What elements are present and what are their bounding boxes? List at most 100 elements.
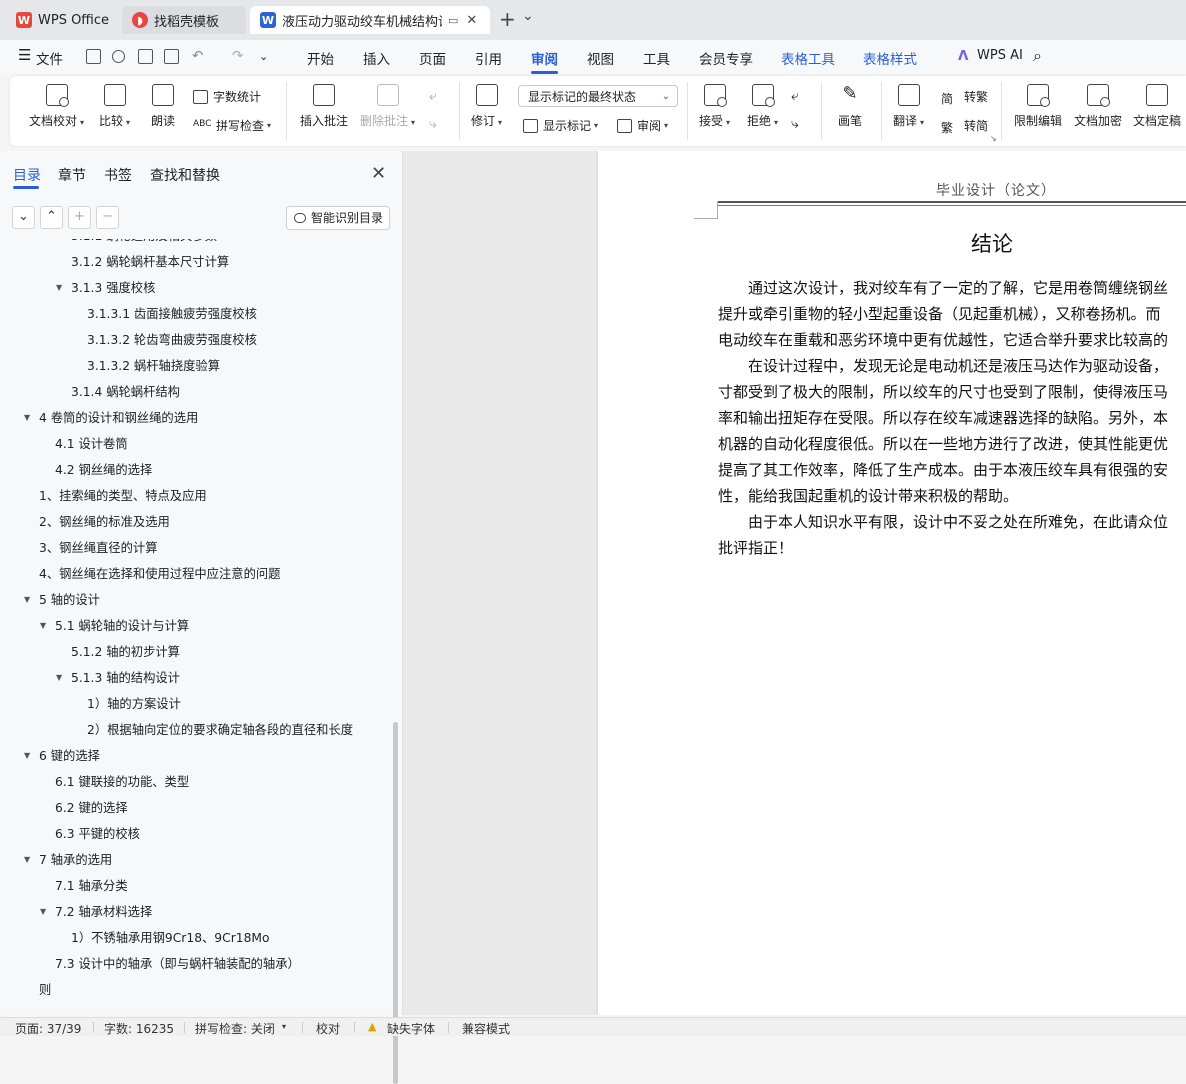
toc-item[interactable]: 3.1.1 蜗轮选用及相关参数 bbox=[71, 239, 217, 246]
restrict-edit-button[interactable]: 限制编辑 bbox=[1014, 84, 1062, 129]
chevron-down-icon[interactable]: ⌄ bbox=[259, 50, 268, 63]
toc-item[interactable]: ▼ 5 轴的设计 bbox=[24, 590, 100, 610]
search-icon[interactable]: ⌕ bbox=[1033, 46, 1042, 66]
toc-item[interactable]: ▼ 7.2 轴承材料选择 bbox=[40, 902, 152, 922]
menu-tools[interactable]: 工具 bbox=[643, 48, 670, 68]
prev-comment-icon[interactable]: ⤶ bbox=[429, 88, 437, 104]
remove-heading-button[interactable]: − bbox=[96, 206, 119, 229]
menu-member[interactable]: 会员专享 bbox=[699, 48, 753, 68]
menu-view[interactable]: 视图 bbox=[587, 48, 614, 68]
collapse-triangle-icon[interactable]: ▼ bbox=[40, 616, 46, 636]
menu-references[interactable]: 引用 bbox=[475, 48, 502, 68]
tab-find-replace[interactable]: 查找和替换 bbox=[150, 165, 220, 185]
tab-template[interactable]: ◗ 找稻壳模板 bbox=[122, 6, 246, 34]
doc-proof-button[interactable]: 文档校对 ▾ bbox=[29, 84, 84, 129]
to-traditional-button[interactable]: 简转繁 bbox=[941, 88, 988, 106]
toc-item[interactable]: ▼ 5.1.3 轴的结构设计 bbox=[56, 668, 180, 688]
missing-font-status[interactable]: 缺失字体 bbox=[387, 1020, 435, 1037]
menu-file[interactable]: 文件 bbox=[36, 48, 63, 68]
menu-page[interactable]: 页面 bbox=[419, 48, 446, 68]
compare-button[interactable]: 比较 ▾ bbox=[99, 84, 130, 129]
toc-item[interactable]: 3.1.3.2 轮齿弯曲疲劳强度校核 bbox=[87, 330, 257, 350]
prev-revision-icon[interactable]: ⤶ bbox=[791, 88, 799, 104]
menu-insert[interactable]: 插入 bbox=[363, 48, 390, 68]
hamburger-icon[interactable]: ☰ bbox=[18, 46, 31, 64]
proof-status[interactable]: 校对 bbox=[316, 1020, 340, 1037]
print-icon[interactable] bbox=[138, 49, 153, 64]
toc-item[interactable]: 4.1 设计卷筒 bbox=[55, 434, 128, 454]
undo-icon[interactable]: ↶ bbox=[192, 48, 203, 64]
toc-item[interactable]: 1）轴的方案设计 bbox=[87, 694, 181, 714]
encrypt-button[interactable]: 文档加密 bbox=[1074, 84, 1122, 129]
toc-item[interactable]: ▼ 4 卷筒的设计和钢丝绳的选用 bbox=[24, 408, 198, 428]
collapse-triangle-icon[interactable]: ▼ bbox=[56, 278, 62, 298]
toc-item[interactable]: 2、钢丝绳的标准及选用 bbox=[39, 512, 170, 532]
collapse-triangle-icon[interactable]: ▼ bbox=[24, 850, 30, 870]
tab-wps-office[interactable]: W WPS Office bbox=[6, 6, 118, 34]
word-count-button[interactable]: 字数统计 bbox=[193, 88, 261, 105]
accept-button[interactable]: 接受 ▾ bbox=[699, 84, 730, 129]
collapse-triangle-icon[interactable]: ▼ bbox=[24, 408, 30, 428]
expand-group-icon[interactable]: ↘ bbox=[990, 134, 997, 143]
close-tab-icon[interactable]: ✕ bbox=[466, 13, 477, 28]
document-page[interactable]: 毕业设计（论文） 结论 通过这次设计，我对绞车有了一定的了解，它是用卷筒缠绕钢丝… bbox=[598, 151, 1186, 1015]
collapse-triangle-icon[interactable]: ▼ bbox=[56, 668, 62, 688]
toc-item[interactable]: 6.1 键联接的功能、类型 bbox=[55, 772, 189, 792]
collapse-all-button[interactable]: ⌃ bbox=[40, 206, 63, 229]
collapse-triangle-icon[interactable]: ▼ bbox=[40, 902, 46, 922]
toc-item[interactable]: 3、钢丝绳直径的计算 bbox=[39, 538, 158, 558]
next-revision-icon[interactable]: ⤷ bbox=[791, 116, 799, 132]
insert-comment-button[interactable]: 插入批注 bbox=[300, 84, 348, 129]
toc-item[interactable]: 1）不锈轴承用钢9Cr18、9Cr18Mo bbox=[71, 928, 270, 948]
add-heading-button[interactable]: + bbox=[68, 206, 91, 229]
toc-item[interactable]: ▼ 3.1.3 强度校核 bbox=[56, 278, 155, 298]
menu-table-style[interactable]: 表格样式 bbox=[863, 48, 917, 68]
reject-button[interactable]: 拒绝 ▾ bbox=[747, 84, 778, 129]
pen-button[interactable]: ✎ 画笔 bbox=[838, 84, 862, 129]
toc-item[interactable]: 3.1.3.1 齿面接触疲劳强度校核 bbox=[87, 304, 257, 324]
toc-item[interactable]: 3.1.3.2 蜗杆轴挠度验算 bbox=[87, 356, 220, 376]
toc-item[interactable]: 4.2 钢丝绳的选择 bbox=[55, 460, 152, 480]
toc-item[interactable]: 5.1.2 轴的初步计算 bbox=[71, 642, 180, 662]
print-preview-icon[interactable] bbox=[164, 49, 179, 64]
collapse-triangle-icon[interactable]: ▼ bbox=[24, 746, 30, 766]
delete-comment-button[interactable]: 删除批注 ▾ bbox=[360, 84, 415, 129]
smart-toc-button[interactable]: 智能识别目录 bbox=[286, 206, 390, 230]
collapse-triangle-icon[interactable]: ▼ bbox=[24, 590, 30, 610]
expand-all-button[interactable]: ⌄ bbox=[12, 206, 35, 229]
toc-item[interactable]: 2）根据轴向定位的要求确定轴各段的直径和长度 bbox=[87, 720, 353, 740]
toc-item[interactable]: ▼ 6 键的选择 bbox=[24, 746, 100, 766]
toc-item[interactable]: 4、钢丝绳在选择和使用过程中应注意的问题 bbox=[39, 564, 280, 584]
menu-wps-ai[interactable]: WPS AI bbox=[977, 48, 1023, 63]
toc-item[interactable]: 3.1.2 蜗轮蜗杆基本尺寸计算 bbox=[71, 252, 229, 272]
redo-icon[interactable]: ↷ bbox=[232, 48, 243, 64]
word-count-indicator[interactable]: 字数: 16235 bbox=[104, 1020, 174, 1037]
share-icon[interactable] bbox=[112, 50, 125, 63]
toc-item[interactable]: 3.1.4 蜗轮蜗杆结构 bbox=[71, 382, 180, 402]
close-icon[interactable]: ✕ bbox=[371, 163, 386, 184]
review-pane-button[interactable]: 审阅 ▾ bbox=[617, 117, 668, 134]
translate-button[interactable]: 翻译 ▾ bbox=[893, 84, 924, 129]
tab-document[interactable]: W 液压动力驱动绞车机械结构设计 ▭ ✕ bbox=[250, 6, 490, 34]
toc-item[interactable]: ▼ 5.1 蜗轮轴的设计与计算 bbox=[40, 616, 189, 636]
new-tab-button[interactable]: + bbox=[499, 7, 516, 31]
next-comment-icon[interactable]: ⤷ bbox=[429, 116, 437, 132]
save-icon[interactable] bbox=[86, 49, 101, 64]
to-simplified-button[interactable]: 繁转简 bbox=[941, 117, 988, 135]
revise-button[interactable]: 修订 ▾ bbox=[471, 84, 502, 129]
show-markup-button[interactable]: 显示标记 ▾ bbox=[523, 117, 598, 134]
markup-state-select[interactable]: 显示标记的最终状态 ⌄ bbox=[518, 85, 678, 107]
tab-bookmarks[interactable]: 书签 bbox=[104, 165, 132, 185]
menu-table-tools[interactable]: 表格工具 bbox=[781, 48, 835, 68]
page-indicator[interactable]: 页面: 37/39 bbox=[15, 1020, 81, 1037]
menu-home[interactable]: 开始 bbox=[307, 48, 334, 68]
tab-chapters[interactable]: 章节 bbox=[58, 165, 86, 185]
wps-ai-icon[interactable]: ᐱ bbox=[958, 48, 968, 64]
toc-item[interactable]: ▼ 7 轴承的选用 bbox=[24, 850, 112, 870]
read-aloud-button[interactable]: 朗读 bbox=[151, 84, 175, 129]
tab-list-chevron-icon[interactable]: ⌄ bbox=[522, 8, 534, 24]
toc-item[interactable]: 7.3 设计中的轴承（即与蜗杆轴装配的轴承） bbox=[55, 954, 300, 974]
toc-item[interactable]: 7.1 轴承分类 bbox=[55, 876, 128, 896]
monitor-icon[interactable]: ▭ bbox=[448, 14, 458, 27]
tab-toc[interactable]: 目录 bbox=[13, 165, 41, 185]
